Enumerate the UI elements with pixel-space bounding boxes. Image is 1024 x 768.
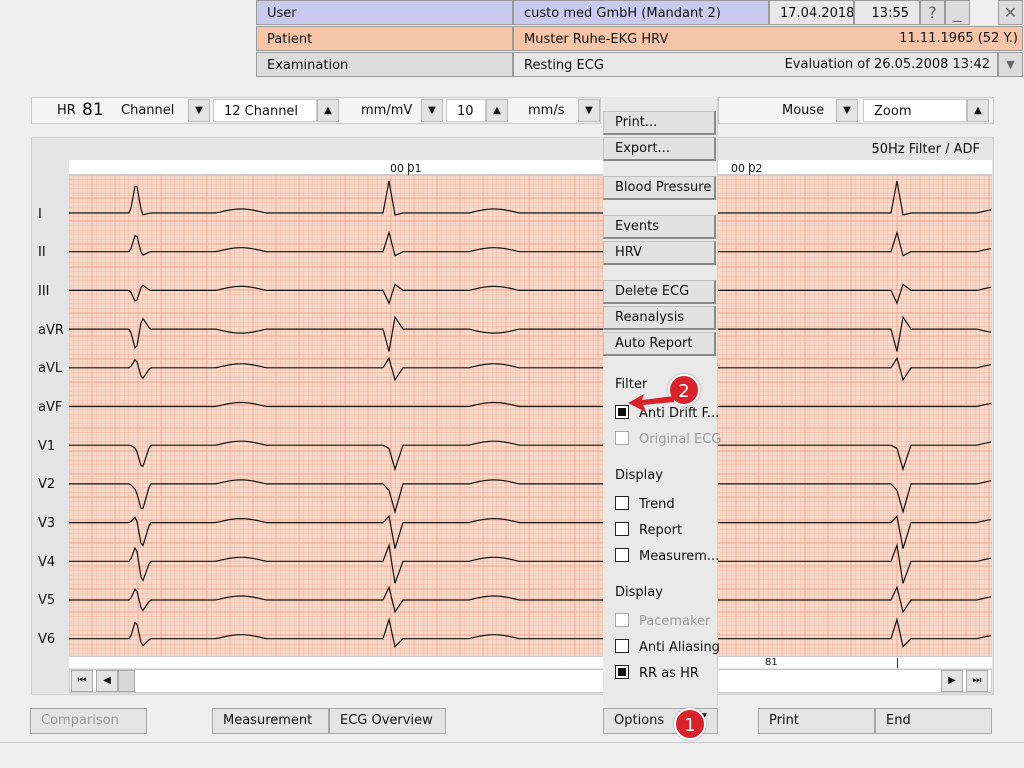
rr-as-hr-checkbox[interactable]: RR as HR bbox=[615, 665, 699, 683]
channel-select[interactable]: 12 Channel bbox=[213, 99, 317, 122]
checkbox-disabled-icon bbox=[615, 613, 629, 627]
ecg-overview-button[interactable]: ECG Overview bbox=[329, 708, 446, 734]
user-value: custo med GmbH (Mandant 2) bbox=[513, 0, 769, 25]
menu-export[interactable]: Export... bbox=[603, 137, 716, 161]
mouse-label: Mouse bbox=[782, 103, 825, 118]
report-checkbox[interactable]: Report bbox=[615, 522, 682, 540]
anti-aliasing-checkbox[interactable]: Anti Aliasing bbox=[615, 639, 720, 657]
checkbox-icon bbox=[615, 639, 629, 653]
checkbox-checked-icon bbox=[615, 665, 629, 679]
rr-ruler bbox=[69, 656, 992, 668]
scroll-first-button[interactable]: ⏮ bbox=[71, 670, 93, 692]
lead-label: V1 bbox=[38, 439, 56, 454]
checkbox-checked-icon bbox=[615, 405, 629, 419]
original-ecg-label: Original ECG bbox=[639, 432, 722, 447]
lead-label: aVF bbox=[38, 400, 63, 415]
time-tick-2 bbox=[749, 163, 750, 175]
minimize-button[interactable]: _ bbox=[945, 0, 970, 25]
rr-tick bbox=[897, 658, 898, 668]
channel-label: Channel bbox=[121, 103, 175, 118]
lead-label: V4 bbox=[38, 555, 56, 570]
print-button[interactable]: Print bbox=[758, 708, 875, 734]
checkbox-icon bbox=[615, 496, 629, 510]
lead-label: I bbox=[38, 207, 42, 222]
patient-label: Patient bbox=[256, 26, 513, 51]
anti-aliasing-label: Anti Aliasing bbox=[639, 640, 720, 655]
display-heading-1: Display bbox=[615, 468, 663, 483]
close-button[interactable]: ✕ bbox=[998, 0, 1023, 25]
lead-label: V2 bbox=[38, 477, 56, 492]
mms-label: mm/s bbox=[528, 103, 565, 118]
original-ecg-checkbox: Original ECG bbox=[615, 431, 721, 449]
end-button[interactable]: End bbox=[875, 708, 992, 734]
speed-field[interactable]: 10 bbox=[446, 99, 486, 122]
time-marker-1: 00 01 bbox=[390, 162, 422, 175]
current-date: 17.04.2018 bbox=[769, 0, 854, 25]
channel-down-button[interactable]: ▼ bbox=[188, 99, 210, 122]
patient-dob: 11.11.1965 (52 Y.) bbox=[899, 31, 1018, 46]
ecg-scrollbar[interactable] bbox=[69, 669, 992, 693]
checkbox-disabled-icon bbox=[615, 431, 629, 445]
display-heading-2: Display bbox=[615, 585, 663, 600]
menu-reanalysis[interactable]: Reanalysis bbox=[603, 306, 716, 330]
examination-dropdown-button[interactable]: ▼ bbox=[998, 52, 1023, 77]
scroll-thumb[interactable] bbox=[118, 670, 135, 692]
scroll-prev-button[interactable]: ◀ bbox=[96, 670, 118, 692]
scroll-next-button[interactable]: ▶ bbox=[941, 670, 963, 692]
channel-up-button[interactable]: ▲ bbox=[317, 99, 339, 122]
lead-label: V6 bbox=[38, 632, 56, 647]
rr-value: 81 bbox=[765, 657, 778, 668]
measurement-checkbox[interactable]: Measurem... bbox=[615, 548, 719, 566]
trend-label: Trend bbox=[639, 497, 675, 512]
current-time: 13:55 bbox=[854, 0, 920, 25]
lead-label: V3 bbox=[38, 516, 56, 531]
lead-label: aVL bbox=[38, 361, 63, 376]
trend-checkbox[interactable]: Trend bbox=[615, 496, 675, 514]
rr-as-hr-label: RR as HR bbox=[639, 666, 699, 681]
lead-label: aVR bbox=[38, 323, 64, 338]
report-label: Report bbox=[639, 523, 683, 538]
pacemaker-checkbox: Pacemaker bbox=[615, 613, 710, 631]
footer-divider bbox=[0, 742, 1024, 743]
menu-events[interactable]: Events bbox=[603, 215, 716, 239]
menu-blood-pressure[interactable]: Blood Pressure bbox=[603, 176, 716, 200]
speed-up-button[interactable]: ▲ bbox=[486, 99, 508, 122]
time-ruler bbox=[69, 160, 992, 175]
hr-label: HR bbox=[57, 103, 76, 118]
mouse-down-button[interactable]: ▼ bbox=[836, 99, 858, 122]
menu-auto-report[interactable]: Auto Report bbox=[603, 332, 716, 356]
lead-label: II bbox=[38, 245, 46, 260]
annotation-arrow-icon bbox=[628, 394, 674, 412]
measurement-button[interactable]: Measurement bbox=[212, 708, 329, 734]
mmmv-label: mm/mV bbox=[361, 103, 413, 118]
measurement-label: Measurem... bbox=[639, 549, 720, 564]
mouse-mode-select[interactable]: Zoom bbox=[863, 99, 967, 122]
examination-label: Examination bbox=[256, 52, 513, 77]
help-button[interactable]: ? bbox=[920, 0, 945, 25]
annotation-badge-1: 1 bbox=[674, 708, 706, 740]
comparison-button[interactable]: Comparison bbox=[30, 708, 147, 734]
user-label: User bbox=[256, 0, 513, 25]
scroll-last-button[interactable]: ⏭ bbox=[966, 670, 988, 692]
time-marker-2: 00 02 bbox=[731, 162, 763, 175]
mms-down-button[interactable]: ▼ bbox=[578, 99, 600, 122]
checkbox-icon bbox=[615, 522, 629, 536]
time-tick-1 bbox=[408, 163, 409, 175]
menu-delete-ecg[interactable]: Delete ECG bbox=[603, 280, 716, 304]
hr-value: 81 bbox=[82, 100, 104, 120]
menu-print[interactable]: Print... bbox=[603, 111, 716, 135]
checkbox-icon bbox=[615, 548, 629, 562]
lead-label: III bbox=[38, 284, 50, 299]
filter-status: 50Hz Filter / ADF bbox=[871, 142, 981, 157]
lead-label: V5 bbox=[38, 593, 56, 608]
menu-hrv[interactable]: HRV bbox=[603, 241, 716, 265]
mouse-up-button[interactable]: ▲ bbox=[967, 99, 989, 122]
pacemaker-label: Pacemaker bbox=[639, 614, 711, 629]
evaluation-date: Evaluation of 26.05.2008 13:42 bbox=[784, 57, 990, 72]
ecg-grid[interactable] bbox=[69, 160, 992, 670]
mmmv-down-button[interactable]: ▼ bbox=[421, 99, 443, 122]
